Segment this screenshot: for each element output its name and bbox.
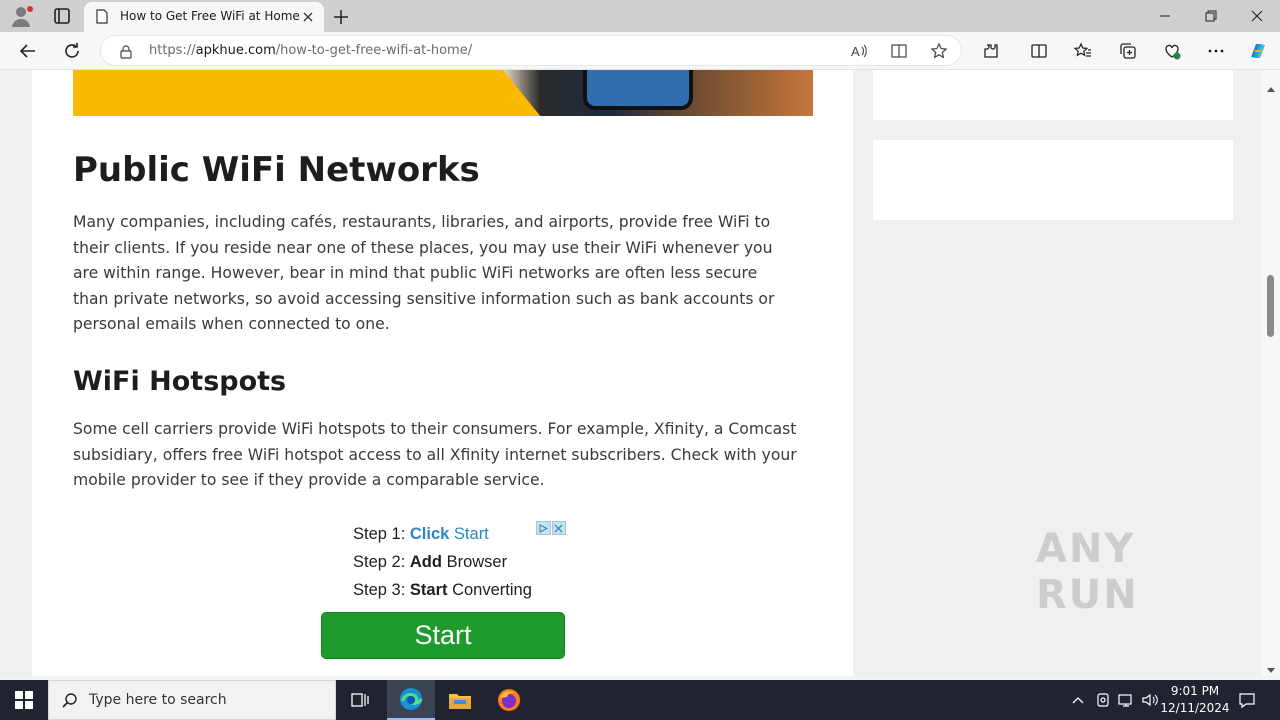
section-heading-public-wifi: Public WiFi Networks <box>73 150 480 190</box>
firefox-icon[interactable] <box>485 680 533 720</box>
profile-avatar-icon[interactable] <box>8 4 36 28</box>
collections-icon[interactable] <box>1117 40 1139 62</box>
network-icon[interactable] <box>1116 690 1136 710</box>
edge-taskbar-icon[interactable] <box>387 680 435 720</box>
page-scrollbar[interactable] <box>1262 70 1280 676</box>
anyrun-watermark: ANY RUN <box>1036 526 1236 618</box>
ad-info-icon[interactable] <box>536 521 551 535</box>
minimize-icon[interactable] <box>1142 0 1188 32</box>
tab-strip: How to Get Free WiFi at Home <box>0 0 1280 32</box>
section-body-public-wifi: Many companies, including cafés, restaur… <box>73 213 775 333</box>
ad-close-icon[interactable] <box>551 521 566 535</box>
url-path: /how-to-get-free-wifi-at-home/ <box>275 43 473 58</box>
url-scheme: https:// <box>149 43 196 58</box>
sidebar-widget <box>873 70 1233 120</box>
device-icon[interactable] <box>1093 690 1113 710</box>
copilot-icon[interactable] <box>1246 40 1270 62</box>
scroll-down-arrow-icon[interactable] <box>1266 660 1276 673</box>
url-host: apkhue.com <box>195 43 276 58</box>
article-hero-image <box>73 70 813 116</box>
svg-text:A: A <box>851 44 860 59</box>
tab-actions-icon[interactable] <box>48 4 76 28</box>
browser-tab[interactable]: How to Get Free WiFi at Home <box>84 2 324 32</box>
taskbar-search-box[interactable]: Type here to search <box>48 680 336 720</box>
sidebar-widget <box>873 140 1233 220</box>
ad-start-button[interactable]: Start <box>321 612 565 659</box>
windows-start-icon[interactable] <box>0 680 48 720</box>
task-view-icon[interactable] <box>336 680 384 720</box>
scrollbar-thumb[interactable] <box>1267 275 1274 337</box>
refresh-icon[interactable] <box>61 40 83 62</box>
restore-icon[interactable] <box>1188 0 1234 32</box>
watermark-text: ANY RUN <box>1036 526 1139 618</box>
ad-step-3: Step 3: Start Converting <box>353 581 532 599</box>
lock-icon[interactable] <box>119 44 133 59</box>
new-tab-icon[interactable] <box>330 6 352 28</box>
ad-step-1: Step 1: Click Start <box>353 525 489 543</box>
volume-icon[interactable] <box>1140 690 1160 710</box>
close-tab-icon[interactable] <box>300 9 316 25</box>
favorites-icon[interactable] <box>1072 40 1094 62</box>
tab-title: How to Get Free WiFi at Home <box>120 9 300 23</box>
article-content: Public WiFi Networks Many companies, inc… <box>32 70 853 676</box>
section-heading-wifi-hotspots: WiFi Hotspots <box>73 366 287 397</box>
ad-choices[interactable] <box>536 521 567 535</box>
more-options-icon[interactable] <box>1205 40 1227 62</box>
favorite-star-icon[interactable] <box>929 41 949 61</box>
address-bar[interactable]: https://apkhue.com/how-to-get-free-wifi-… <box>100 35 962 66</box>
notifications-icon[interactable] <box>1237 690 1257 710</box>
show-hidden-icons-chevron-icon[interactable] <box>1068 690 1088 710</box>
search-icon <box>61 692 79 710</box>
clock-time: 9:01 PM <box>1170 684 1220 698</box>
taskbar-clock[interactable]: 9:01 PM 12/11/2024 <box>1160 683 1230 717</box>
read-aloud-icon[interactable]: A <box>849 41 869 61</box>
url-text[interactable]: https://apkhue.com/how-to-get-free-wifi-… <box>149 43 472 58</box>
scroll-up-arrow-icon[interactable] <box>1266 78 1276 92</box>
split-screen-icon[interactable] <box>1028 40 1050 62</box>
immersive-reader-icon[interactable] <box>889 41 909 61</box>
back-arrow-icon[interactable] <box>17 40 39 62</box>
ad-step-2: Step 2: Add Browser <box>353 553 508 571</box>
search-placeholder: Type here to search <box>89 692 227 708</box>
advertisement-banner[interactable]: Step 1: Click Start Step 2: Add Browser … <box>316 516 576 666</box>
page-icon <box>96 9 108 24</box>
performance-heart-icon[interactable] <box>1161 40 1183 62</box>
extensions-icon[interactable] <box>980 40 1002 62</box>
close-window-icon[interactable] <box>1234 0 1280 32</box>
windows-taskbar: Type here to search 9:01 PM 12/11/2024 <box>0 680 1280 720</box>
section-body-wifi-hotspots: Some cell carriers provide WiFi hotspots… <box>73 420 797 489</box>
clock-date: 12/11/2024 <box>1160 701 1230 715</box>
file-explorer-icon[interactable] <box>436 680 484 720</box>
browser-toolbar: https://apkhue.com/how-to-get-free-wifi-… <box>0 32 1280 70</box>
